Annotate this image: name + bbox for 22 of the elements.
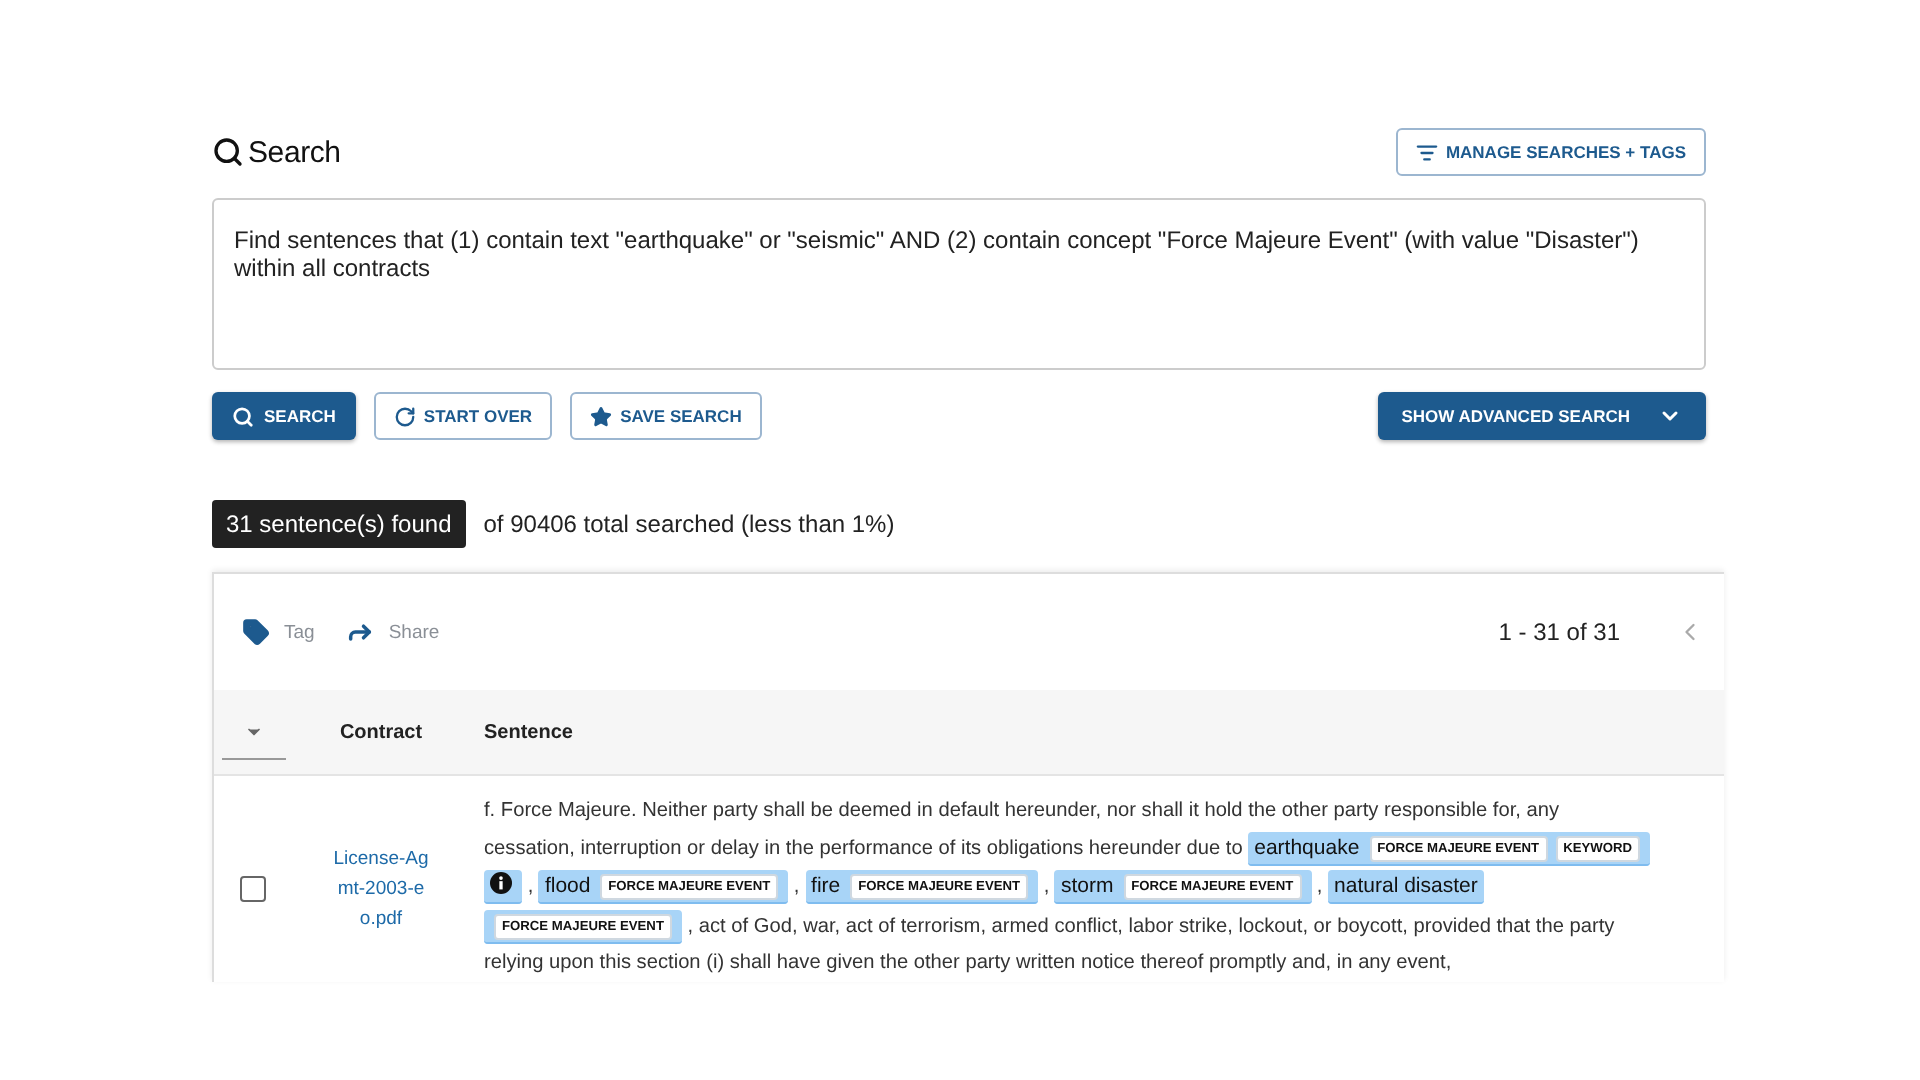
result-detail: of 90406 total searched (less than 1%): [483, 510, 895, 538]
search-icon: [232, 405, 254, 427]
save-search-button[interactable]: SAVE SEARCH: [570, 392, 762, 440]
refresh-icon: [393, 405, 416, 427]
star-icon: [590, 405, 613, 427]
result-count: 31 sentence(s) found: [212, 500, 466, 548]
start-over-button[interactable]: START OVER: [373, 392, 553, 440]
filter-list-icon: [1415, 141, 1438, 163]
share-icon: [346, 618, 375, 646]
advanced-search-button[interactable]: SHOW ADVANCED SEARCH: [1377, 392, 1706, 440]
query-field[interactable]: Find sentences that (1) contain text "earthquake" or "seismic" AND (2) contain concept "Force Majeure Event" (with value "Disaster") within all contracts: [212, 198, 1706, 370]
info-icon[interactable]: [490, 872, 512, 895]
row-checkbox[interactable]: [240, 875, 266, 901]
manage-searches-button[interactable]: MANAGE SEARCHES + TAGS: [1395, 128, 1706, 176]
contract-link[interactable]: License-Agmt-2003-eo.pdf: [306, 843, 456, 933]
column-header: Contract: [337, 721, 425, 743]
page-range: 1 - 31 of 31: [1498, 618, 1620, 646]
search-button[interactable]: SEARCH: [212, 392, 356, 440]
page-title: Search: [212, 135, 341, 169]
tag-icon: [242, 618, 270, 646]
search-icon: [212, 136, 244, 168]
column-header: Sentence: [482, 721, 575, 743]
